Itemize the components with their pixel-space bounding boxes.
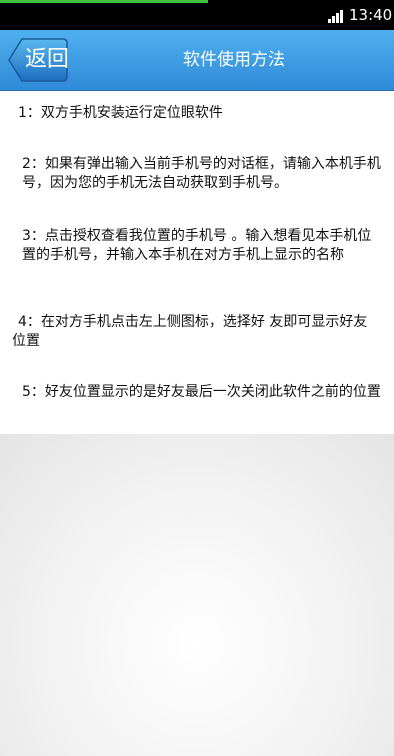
step-2: 2：如果有弹出输入当前手机号的对话框，请输入本机手机号，因为您的手机无法自动获取…: [22, 156, 381, 191]
title-bar: 返回 软件使用方法: [0, 30, 394, 91]
empty-background: [0, 434, 394, 756]
status-progress-line: [0, 0, 208, 3]
status-time: 13:40: [349, 6, 393, 24]
back-button-label: 返回: [24, 47, 69, 72]
back-button[interactable]: 返回: [8, 38, 69, 82]
step-3: 3：点击授权查看我位置的手机号 。输入想看见本手机位置的手机号，并输入本手机在对…: [22, 228, 372, 263]
step-1: 1：双方手机安装运行定位眼软件: [18, 105, 223, 121]
instructions-panel: 1：双方手机安装运行定位眼软件 2：如果有弹出输入当前手机号的对话框，请输入本机…: [0, 91, 394, 434]
status-bar: 13:40: [0, 0, 394, 30]
step-5: 5：好友位置显示的是好友最后一次关闭此软件之前的位置: [22, 384, 381, 400]
page-title: 软件使用方法: [183, 50, 285, 70]
signal-bars-icon: [328, 9, 346, 23]
step-4: 4：在对方手机点击左上侧图标，选择好 友即可显示好友位置: [12, 314, 368, 349]
